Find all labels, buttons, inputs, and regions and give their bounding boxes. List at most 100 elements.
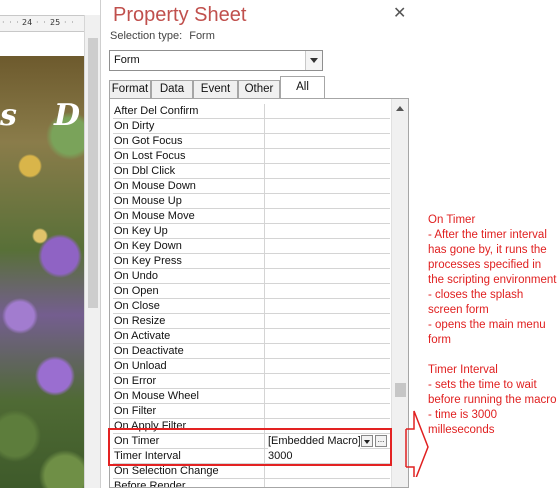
property-value[interactable] [268,404,390,419]
property-name: On Mouse Up [114,194,265,209]
property-name: On Lost Focus [114,149,265,164]
property-name: On Key Press [114,254,265,269]
scroll-thumb[interactable] [395,383,406,397]
scroll-up-icon[interactable] [396,106,404,111]
annotation-timer-interval-text: - sets the time to wait before running t… [428,379,557,436]
property-value[interactable] [268,104,390,119]
property-value[interactable] [268,299,390,314]
property-value[interactable] [268,179,390,194]
property-value[interactable] [268,239,390,254]
property-row[interactable]: On Filter [113,404,390,419]
property-name: On Mouse Move [114,209,265,224]
selection-type-value: Form [189,30,215,42]
property-name: On Error [114,374,265,389]
property-row[interactable]: On Resize [113,314,390,329]
tab-format[interactable]: Format [109,80,151,98]
property-name: On Unload [114,359,265,374]
property-sheet-pane: Property Sheet ✕ Selection type: Form Fo… [100,0,416,488]
property-row[interactable]: On Key Up [113,224,390,239]
property-name: On Deactivate [114,344,265,359]
ruler-tick: 24 [22,18,33,27]
property-row[interactable]: On Error [113,374,390,389]
property-value[interactable] [268,119,390,134]
property-value[interactable] [268,224,390,239]
property-value[interactable] [268,194,390,209]
property-name: On Open [114,284,265,299]
property-value[interactable] [268,389,390,404]
annotation-spacer [428,348,558,363]
property-row[interactable]: Before Render [113,479,390,487]
property-value[interactable] [268,164,390,179]
property-value[interactable] [268,254,390,269]
property-row[interactable]: On Unload [113,359,390,374]
ruler-tick: 25 [50,18,61,27]
chevron-down-icon[interactable] [305,51,322,70]
property-row[interactable]: On Mouse Move [113,209,390,224]
property-name: Before Render [114,479,265,487]
tab-all[interactable]: All [280,76,325,99]
property-value[interactable] [268,149,390,164]
highlight-box [108,428,392,466]
property-value[interactable] [268,329,390,344]
access-window: · · · 24 · · · 25 · · s D Property Sheet… [0,0,559,488]
horizontal-ruler: · · · 24 · · · 25 · · [0,15,84,32]
property-name: On Key Up [114,224,265,239]
selection-type-label: Selection type: [110,30,183,42]
property-row[interactable]: On Mouse Down [113,179,390,194]
tab-data[interactable]: Data [151,80,193,98]
design-scrollbar[interactable] [84,15,100,488]
scroll-thumb[interactable] [88,38,98,308]
property-row[interactable]: On Selection Change [113,464,390,479]
property-row[interactable]: After Del Confirm [113,104,390,119]
property-row[interactable]: On Close [113,299,390,314]
property-value[interactable] [268,464,390,479]
selection-type: Selection type: Form [110,30,215,42]
property-value[interactable] [268,479,390,487]
property-name: On Undo [114,269,265,284]
property-row[interactable]: On Key Press [113,254,390,269]
property-row[interactable]: On Mouse Wheel [113,389,390,404]
property-name: On Dbl Click [114,164,265,179]
property-value[interactable] [268,344,390,359]
close-icon[interactable]: ✕ [393,3,406,23]
property-name: On Got Focus [114,134,265,149]
property-value[interactable] [268,209,390,224]
property-row[interactable]: On Lost Focus [113,149,390,164]
property-row[interactable]: On Activate [113,329,390,344]
property-row[interactable]: On Got Focus [113,134,390,149]
property-tabs: Format Data Event Other All [109,76,409,99]
property-value[interactable] [268,374,390,389]
tab-event[interactable]: Event [193,80,238,98]
property-name: On Selection Change [114,464,265,479]
tab-other[interactable]: Other [238,80,280,98]
property-row[interactable]: On Undo [113,269,390,284]
property-name: On Activate [114,329,265,344]
object-selector-value: Form [114,54,140,66]
property-row[interactable]: On Deactivate [113,344,390,359]
property-name: On Key Down [114,239,265,254]
property-name: On Resize [114,314,265,329]
property-name: On Dirty [114,119,265,134]
annotation-on-timer-title: On Timer [428,214,476,226]
property-value[interactable] [268,314,390,329]
property-name: On Filter [114,404,265,419]
ruler-dots: · · · [2,18,20,27]
property-value[interactable] [268,359,390,374]
object-selector-combo[interactable]: Form [109,50,323,71]
annotation-on-timer-text: - After the timer interval has gone by, … [428,229,557,346]
property-value[interactable] [268,269,390,284]
property-name: On Close [114,299,265,314]
property-row[interactable]: On Key Down [113,239,390,254]
property-row[interactable]: On Dirty [113,119,390,134]
property-row[interactable]: On Dbl Click [113,164,390,179]
property-name: After Del Confirm [114,104,265,119]
property-row[interactable]: On Open [113,284,390,299]
annotation: On Timer - After the timer interval has … [428,213,558,438]
property-row[interactable]: On Mouse Up [113,194,390,209]
annotation-timer-interval-title: Timer Interval [428,364,498,376]
splash-title-letter: s [0,98,17,133]
property-value[interactable] [268,134,390,149]
property-name: On Mouse Wheel [114,389,265,404]
ruler-dots: · · [64,18,75,27]
property-value[interactable] [268,284,390,299]
